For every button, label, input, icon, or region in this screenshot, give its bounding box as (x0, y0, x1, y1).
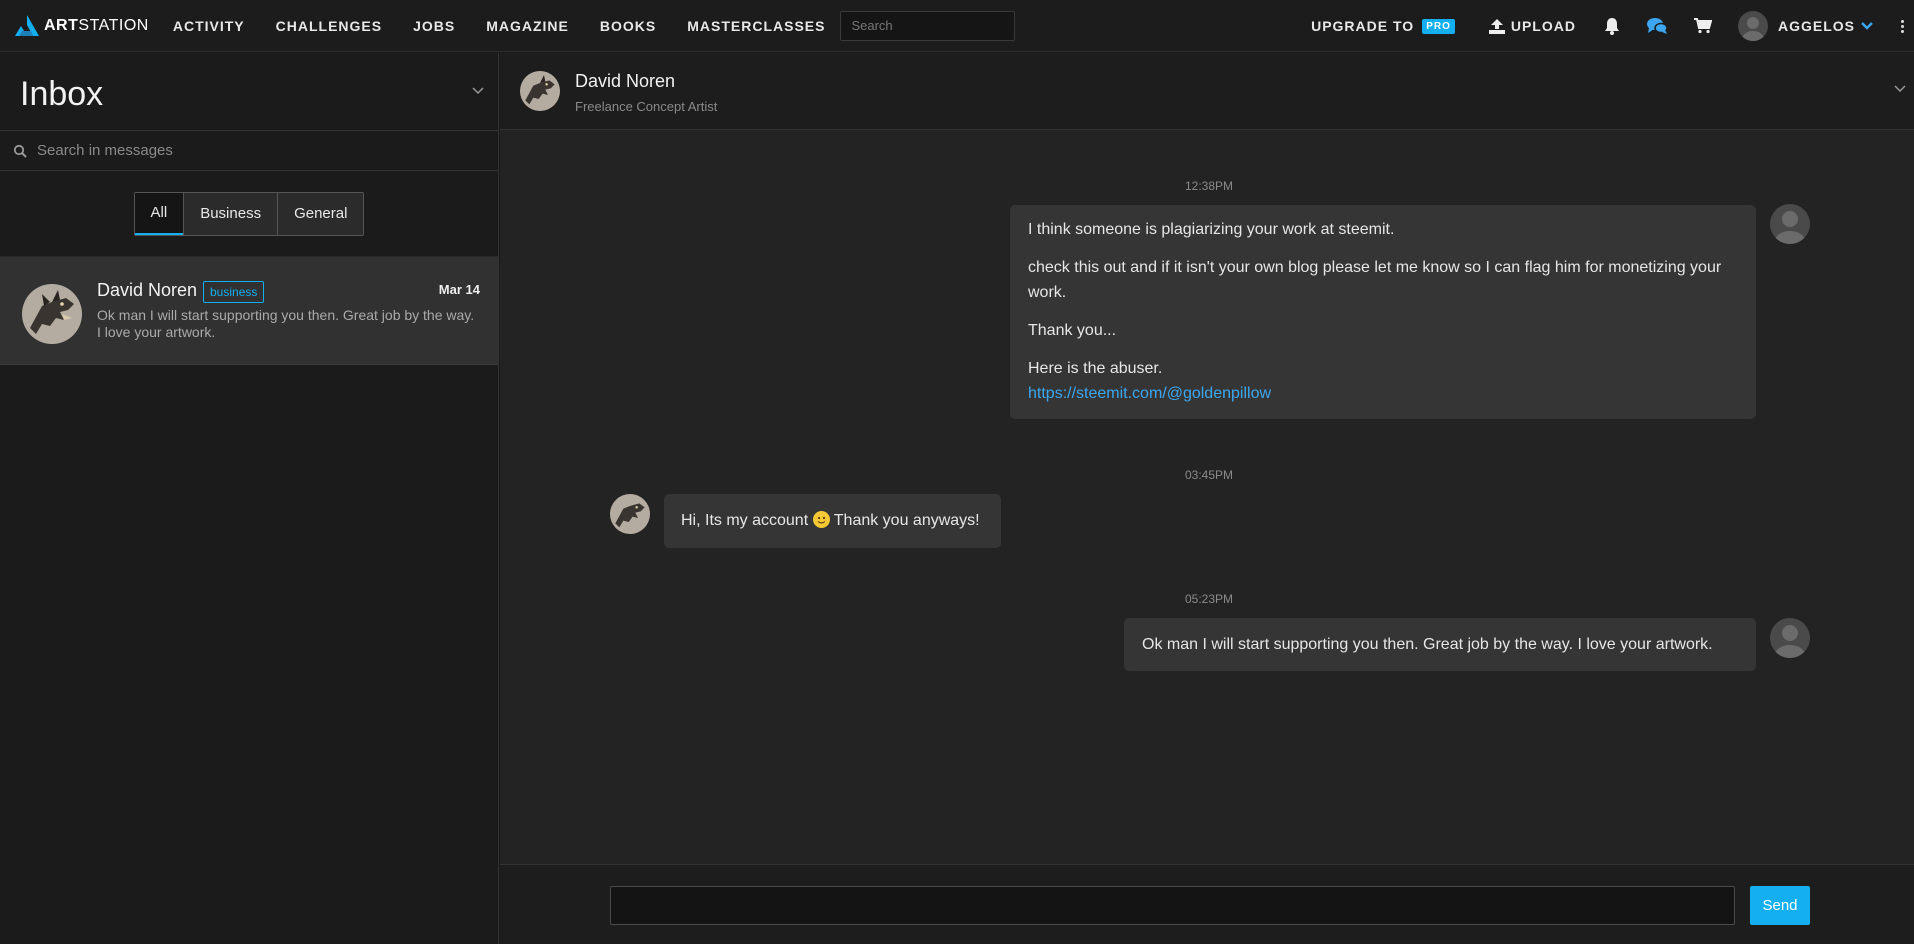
incoming-message-bubble: Hi, Its my account Thank you anyways! (664, 494, 1001, 548)
message-composer: Send (500, 864, 1914, 944)
global-search-input[interactable] (840, 10, 1016, 41)
outgoing-message-bubble: Ok man I will start supporting you then.… (1124, 618, 1756, 671)
filter-all-button[interactable]: All (134, 192, 184, 235)
default-avatar-icon (1775, 625, 1805, 658)
filter-button-group: All Business General (133, 191, 365, 236)
dragon-avatar-icon (520, 71, 560, 111)
cart-button[interactable] (1693, 18, 1712, 34)
artstation-logo[interactable]: ARTSTATION (14, 0, 149, 52)
contact-message-avatar (610, 494, 650, 534)
upgrade-label: UPGRADE TO (1311, 18, 1415, 34)
conversation-avatar (22, 284, 82, 344)
my-avatar (1770, 618, 1810, 658)
message-timestamp: 03:45PM (1185, 468, 1234, 482)
artstation-wordmark: ARTSTATION (44, 16, 149, 34)
user-menu[interactable]: AGGELOS (1737, 11, 1873, 41)
filter-general-button[interactable]: General (277, 192, 364, 235)
inbox-chevron-down-icon[interactable] (472, 87, 484, 95)
default-avatar-icon (1775, 211, 1805, 244)
conversation-preview: Ok man I will start supporting you then.… (97, 307, 475, 340)
nav-link-activity[interactable]: ACTIVITY (173, 18, 245, 34)
messages-button[interactable] (1646, 17, 1668, 35)
default-avatar-icon (1741, 17, 1764, 41)
message-search-row (0, 131, 498, 171)
chevron-down-icon (1861, 22, 1873, 30)
chat-header: David Noren Freelance Concept Artist (500, 53, 1914, 130)
dragon-avatar-icon (22, 284, 82, 344)
my-avatar (1770, 204, 1810, 244)
message-timestamp: 12:38PM (1185, 179, 1234, 193)
nav-link-jobs[interactable]: JOBS (413, 18, 455, 34)
inbox-title: Inbox (20, 75, 104, 113)
notifications-button[interactable] (1604, 17, 1620, 35)
conversation-item[interactable]: David Noren business Mar 14 Ok man I wil… (0, 257, 498, 365)
pro-badge: PRO (1422, 18, 1455, 34)
conversation-category-tag: business (203, 281, 265, 303)
message-text: Here is the abuser. (1028, 360, 1163, 377)
chat-bubbles-icon (1646, 18, 1668, 34)
message-input[interactable] (610, 886, 1735, 925)
upgrade-to-pro-link[interactable]: UPGRADE TO PRO (1311, 18, 1455, 34)
message-text: Thank you... (1028, 322, 1117, 339)
username: AGGELOS (1777, 18, 1855, 34)
chat-options-chevron-icon[interactable] (1894, 85, 1906, 93)
message-text: Hi, Its my account (681, 512, 809, 529)
nav-link-masterclasses[interactable]: MASTERCLASSES (687, 18, 825, 34)
upload-button[interactable]: UPLOAD (1488, 18, 1576, 34)
smiley-emoji-icon (812, 511, 830, 528)
upload-label: UPLOAD (1510, 18, 1576, 34)
kebab-menu-icon[interactable] (1901, 19, 1904, 33)
message-timestamp: 05:23PM (1185, 592, 1234, 606)
outgoing-message-bubble: I think someone is plagiarizing your wor… (1010, 205, 1756, 419)
upload-icon (1488, 18, 1505, 34)
contact-role: Freelance Concept Artist (575, 99, 718, 114)
message-text: Thank you anyways! (833, 512, 980, 529)
chat-panel: David Noren Freelance Concept Artist 12:… (500, 53, 1914, 944)
main-nav-links: ACTIVITY CHALLENGES JOBS MAGAZINE BOOKS … (173, 10, 1016, 41)
message-text: Ok man I will start supporting you then.… (1142, 636, 1713, 653)
nav-right-actions: UPGRADE TO PRO UPLOAD AGGELOS (1311, 0, 1914, 52)
nav-link-magazine[interactable]: MAGAZINE (486, 18, 569, 34)
contact-name[interactable]: David Noren (575, 71, 675, 92)
filter-business-button[interactable]: Business (183, 192, 278, 235)
message-text: I think someone is plagiarizing your wor… (1028, 221, 1395, 238)
cart-icon (1693, 18, 1712, 34)
dragon-avatar-icon (610, 494, 650, 534)
contact-avatar[interactable] (520, 71, 560, 111)
inbox-header: Inbox (0, 53, 498, 131)
bell-icon (1604, 18, 1619, 35)
search-messages-input[interactable] (27, 131, 498, 170)
search-icon (13, 144, 27, 158)
send-button[interactable]: Send (1750, 886, 1810, 925)
inbox-sidebar: Inbox All Business General (0, 53, 499, 944)
conversation-name: David Noren (97, 280, 198, 300)
message-link[interactable]: https://steemit.com/@goldenpillow (1028, 385, 1271, 402)
message-text: check this out and if it isn't your own … (1028, 259, 1722, 301)
inbox-filter-bar: All Business General (0, 171, 498, 257)
top-navigation-bar: ARTSTATION ACTIVITY CHALLENGES JOBS MAGA… (0, 0, 1914, 52)
user-avatar (1737, 11, 1768, 41)
artstation-logo-icon (15, 14, 39, 36)
nav-link-books[interactable]: BOOKS (600, 18, 656, 34)
nav-link-challenges[interactable]: CHALLENGES (276, 18, 382, 34)
conversation-date: Mar 14 (438, 282, 480, 297)
